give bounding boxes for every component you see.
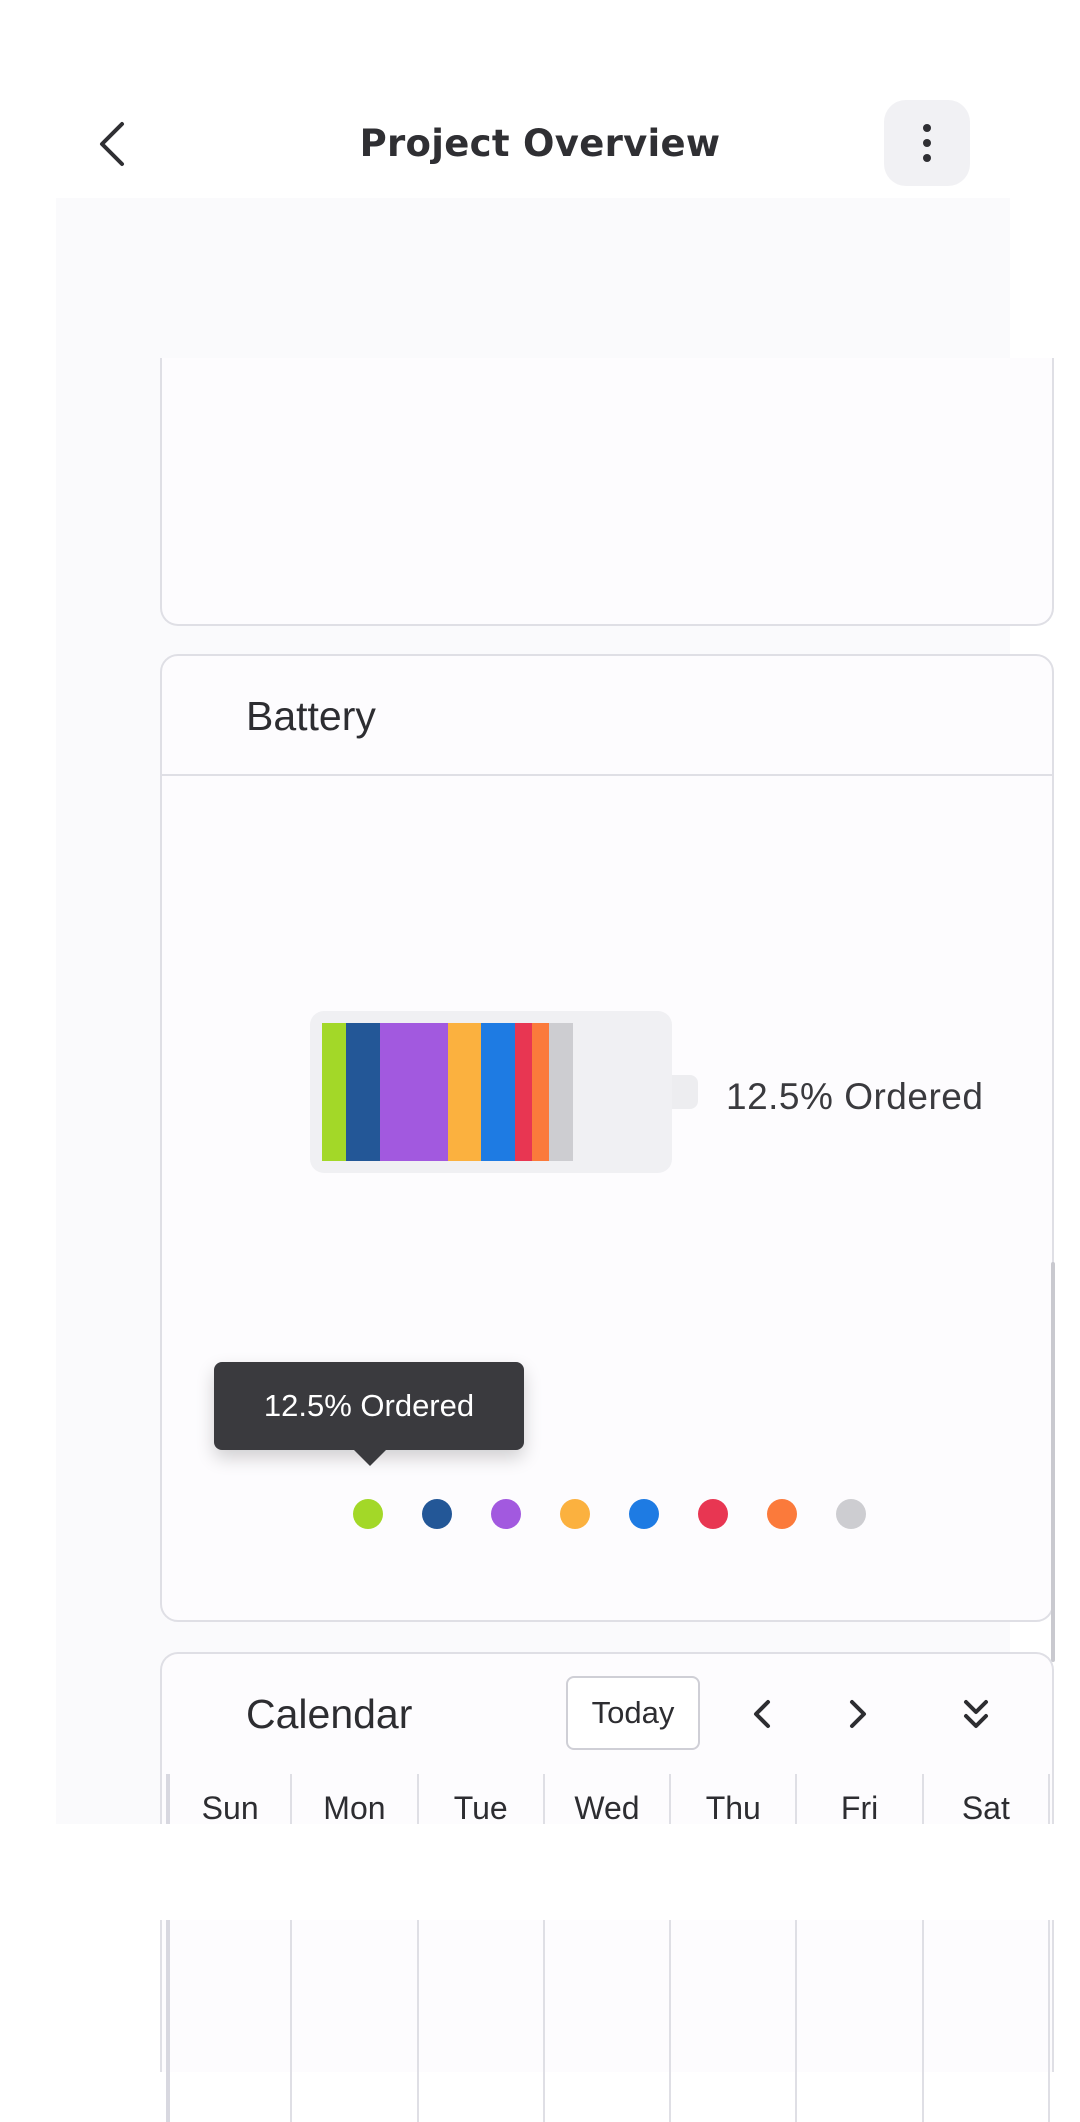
today-button[interactable]: Today <box>566 1676 700 1750</box>
battery-segment-7[interactable] <box>532 1023 549 1161</box>
legend-dot-2[interactable] <box>422 1499 452 1529</box>
battery-segment-6[interactable] <box>515 1023 532 1161</box>
calendar-card-title: Calendar <box>246 1691 413 1737</box>
more-options-button[interactable] <box>884 100 970 186</box>
scrollbar-thumb[interactable] <box>1051 1262 1055 1662</box>
more-vertical-icon-dot <box>923 139 931 147</box>
scroll-content[interactable]: Battery 12.5% Ordered 12.5% Ordered Cale… <box>56 198 1055 2122</box>
legend-dot-6[interactable] <box>698 1499 728 1529</box>
battery-body <box>310 1011 672 1173</box>
legend-dot-4[interactable] <box>560 1499 590 1529</box>
calendar-card-header: Calendar Today <box>162 1654 1052 1774</box>
battery-segments <box>322 1023 574 1161</box>
legend-dot-5[interactable] <box>629 1499 659 1529</box>
legend-dot-8[interactable] <box>836 1499 866 1529</box>
legend-dot-3[interactable] <box>491 1499 521 1529</box>
battery-segment-1[interactable] <box>322 1023 347 1161</box>
legend-dot-7[interactable] <box>767 1499 797 1529</box>
legend-tooltip: 12.5% Ordered <box>214 1362 524 1466</box>
tooltip-arrow <box>354 1450 386 1466</box>
battery-card-title: Battery <box>246 693 376 739</box>
battery-segment-8[interactable] <box>548 1023 574 1161</box>
tooltip-text: 12.5% Ordered <box>263 1388 475 1423</box>
battery-card: Battery 12.5% Ordered 12.5% Ordered <box>160 654 1054 1622</box>
more-vertical-icon-dot <box>923 154 931 162</box>
legend-dot-1[interactable] <box>353 1499 383 1529</box>
prev-month-chevron-left-icon[interactable] <box>746 1694 782 1734</box>
battery-segment-3[interactable] <box>379 1023 448 1161</box>
app-header: Project Overview <box>0 0 1080 198</box>
more-vertical-icon <box>923 124 931 132</box>
battery-segment-4[interactable] <box>447 1023 482 1161</box>
bottom-blank-area <box>0 1824 1080 1920</box>
battery-status-label: 12.5% Ordered <box>726 1076 984 1117</box>
battery-cap <box>672 1075 698 1109</box>
battery-segment-5[interactable] <box>481 1023 516 1161</box>
battery-segment-2[interactable] <box>346 1023 380 1161</box>
previous-card <box>160 358 1054 626</box>
expand-double-chevron-down-icon[interactable] <box>958 1694 994 1734</box>
next-month-chevron-right-icon[interactable] <box>838 1694 874 1734</box>
battery-card-header: Battery <box>162 656 1052 776</box>
